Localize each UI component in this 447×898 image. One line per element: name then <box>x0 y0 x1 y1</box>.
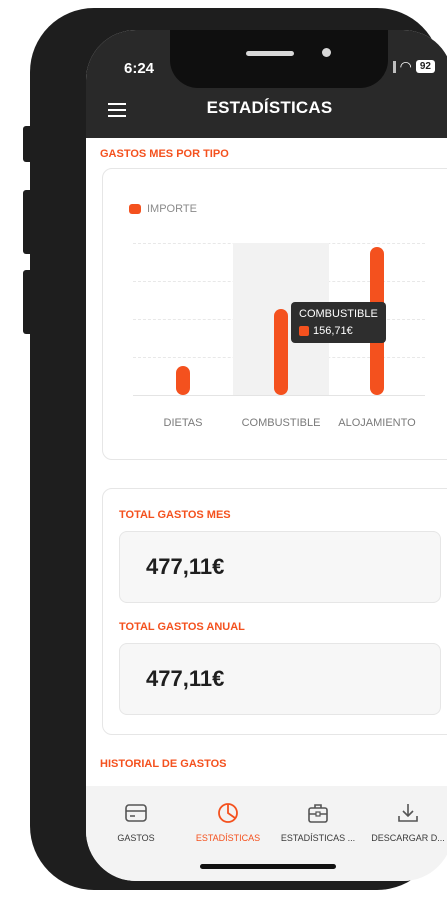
chart-legend[interactable]: IMPORTE <box>129 203 197 215</box>
chart-card: IMPORTE DIETAS COMBUSTIBLE ALOJAMIENTO COM… <box>102 168 447 460</box>
app-header: 6:24 ◠ 92 ESTADÍSTICAS <box>86 30 447 138</box>
silent-switch <box>23 126 30 162</box>
nav-gastos-label: GASTOS <box>117 833 155 843</box>
tooltip-value: 156,71€ <box>313 325 353 337</box>
home-indicator[interactable] <box>200 864 336 869</box>
x-tick-label: COMBUSTIBLE <box>241 417 321 429</box>
legend-label: IMPORTE <box>147 203 197 215</box>
nav-descargar-label: DESCARGAR D... <box>371 833 445 843</box>
nav-estadisticas-label: ESTADÍSTICAS <box>195 833 261 843</box>
card-icon <box>125 804 147 822</box>
chart-tooltip: COMBUSTIBLE 156,71€ <box>291 302 386 343</box>
bar-combustible[interactable] <box>274 308 288 395</box>
total-anual-label: TOTAL GASTOS ANUAL <box>119 621 245 633</box>
total-mes-box: 477,11€ <box>119 531 441 603</box>
legend-swatch <box>129 204 141 214</box>
total-mes-value: 477,11€ <box>146 554 225 579</box>
total-mes-label: TOTAL GASTOS MES <box>119 509 231 521</box>
volume-up-button <box>23 190 30 254</box>
tooltip-swatch <box>299 326 309 336</box>
volume-down-button <box>23 270 30 334</box>
download-icon <box>398 804 418 822</box>
total-anual-box: 477,11€ <box>119 643 441 715</box>
x-tick-label: DIETAS <box>163 417 203 429</box>
total-anual-value: 477,11€ <box>146 666 225 691</box>
chart-baseline <box>133 395 425 396</box>
nav-descargar[interactable]: DESCARGAR D... <box>362 802 447 843</box>
nav-estadisticas-2[interactable]: ESTADÍSTICAS ... <box>272 802 364 843</box>
app-screen: 6:24 ◠ 92 ESTADÍSTICAS GASTOS MES POR TI… <box>86 30 447 881</box>
wifi-icon: ◠ <box>399 58 412 74</box>
bar-dietas[interactable] <box>176 365 190 395</box>
nav-estadisticas-2-label: ESTADÍSTICAS ... <box>280 833 356 843</box>
pie-chart-icon <box>218 803 238 823</box>
section-historial: HISTORIAL DE GASTOS <box>100 758 227 770</box>
briefcase-icon <box>308 804 328 823</box>
battery-icon: 92 <box>415 60 435 73</box>
nav-gastos[interactable]: GASTOS <box>90 802 182 843</box>
status-icons: ◠ 92 <box>392 58 435 75</box>
phone-frame: 6:24 ◠ 92 ESTADÍSTICAS GASTOS MES POR TI… <box>30 8 447 890</box>
tooltip-title: COMBUSTIBLE <box>299 308 378 320</box>
status-time: 6:24 <box>124 60 155 77</box>
totals-card: TOTAL GASTOS MES 477,11€ TOTAL GASTOS AN… <box>102 488 447 735</box>
x-tick-label: ALOJAMIENTO <box>338 417 416 429</box>
section-gastos-por-tipo: GASTOS MES POR TIPO <box>100 148 229 160</box>
signal-icon <box>392 60 396 73</box>
page-title: ESTADÍSTICAS <box>206 98 333 117</box>
front-camera <box>322 48 331 57</box>
notch <box>170 30 388 88</box>
speaker-grille <box>246 51 294 56</box>
nav-estadisticas[interactable]: ESTADÍSTICAS <box>182 802 274 843</box>
